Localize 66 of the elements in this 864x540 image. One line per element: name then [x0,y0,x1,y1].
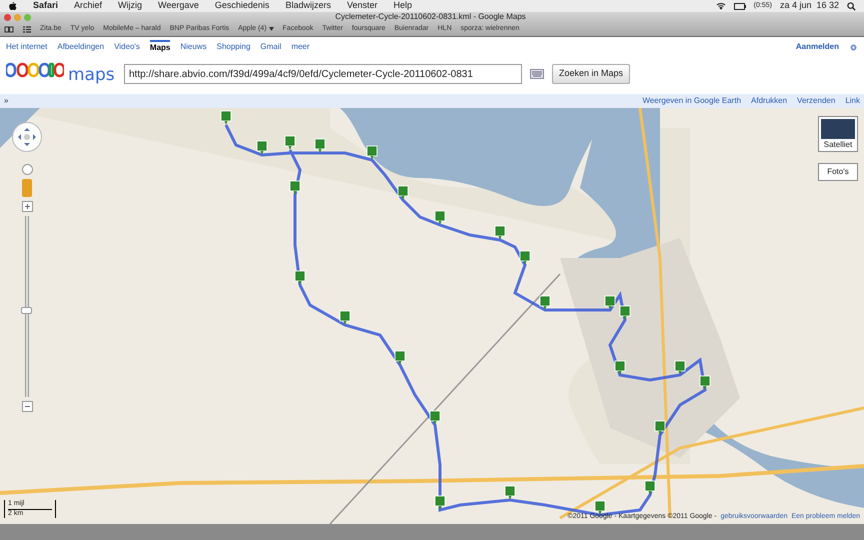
menu-item[interactable]: Archief [74,0,102,13]
route-marker-icon[interactable] [256,140,268,155]
toolbar-link[interactable]: Afdrukken [751,95,788,107]
settings-icon[interactable] [849,42,858,52]
route-marker-icon[interactable] [494,226,506,240]
search-field[interactable]: http://share.abvio.com/f39d/499a/4cf9/0efd/Cyclemeter-Cycle-20110602-0831 [124,64,522,84]
wifi-icon[interactable] [716,2,726,10]
route-marker-icon[interactable] [340,310,350,325]
sign-in-link[interactable]: Aanmelden [796,41,839,53]
route-marker-icon[interactable] [540,296,550,310]
google-maps-logo[interactable]: maps [6,60,116,88]
battery-icon[interactable] [734,2,746,10]
nav-link[interactable]: Het internet [6,41,48,53]
nav-link[interactable]: Video's [114,41,140,53]
photos-button[interactable]: Foto's [818,163,858,181]
grid-icon[interactable] [23,26,31,32]
nav-link[interactable]: meer [291,41,310,53]
menu-item[interactable]: Bladwijzers [285,0,331,13]
route-marker-icon[interactable] [394,350,406,365]
menu-item[interactable]: Venster [346,0,378,13]
route-marker-icon[interactable] [366,146,378,160]
route-marker-icon[interactable] [654,420,666,435]
book-icon[interactable] [4,26,14,32]
caret-icon [268,27,274,31]
nav-link[interactable]: Nieuws [180,41,207,53]
route-marker-icon[interactable] [434,210,446,225]
search-icon[interactable] [847,2,856,10]
nav-link[interactable]: Maps [150,40,170,54]
zoom-in-icon[interactable] [22,201,32,212]
route-marker-icon[interactable] [620,306,630,320]
satellite-button[interactable]: Satelliet [818,116,858,152]
zoom-out-icon[interactable] [22,401,32,412]
route-marker-icon[interactable] [504,486,516,500]
nav-link[interactable]: Gmail [260,41,282,53]
route-marker-icon[interactable] [614,360,626,375]
route-marker-icon[interactable] [604,296,616,310]
zoom-slider-thumb[interactable] [21,306,32,314]
nav-link[interactable]: Afbeeldingen [57,41,104,53]
toolbar-link[interactable]: Weergeven in Google Earth [642,95,742,107]
clock[interactable]: za 4 jun 16 32 [780,0,839,13]
close-icon[interactable] [4,14,11,20]
route-marker-icon[interactable] [284,136,296,150]
route-marker-icon[interactable] [700,376,710,390]
route-marker-icon[interactable] [434,496,446,510]
keyboard-icon[interactable] [530,69,544,79]
route-marker-icon[interactable] [314,138,326,153]
menu-item[interactable]: Help [393,0,412,13]
route-marker-icon[interactable] [430,410,440,425]
route-marker-icon[interactable] [220,110,232,125]
route-marker-icon[interactable] [398,186,408,200]
route-marker-icon[interactable] [520,250,530,265]
toolbar-link[interactable]: Link [845,95,860,107]
window-title: Cyclemeter-Cycle-20110602-0831.kml - Google Maps [335,12,526,22]
apple-logo-icon[interactable] [8,1,17,11]
menu-item[interactable]: Wijzig [118,0,142,13]
menu-item[interactable]: Weergave [158,0,199,13]
search-button[interactable]: Zoeken in Maps [552,64,630,84]
nav-link[interactable]: Shopping [216,41,250,53]
toolbar-link[interactable]: Verzenden [797,95,836,107]
route-marker-icon[interactable] [644,480,656,495]
collapse-button[interactable]: » [4,95,8,107]
route-marker-icon[interactable] [674,360,686,375]
route-marker-icon[interactable] [294,270,306,285]
route-marker-icon[interactable] [290,180,300,195]
menu-item[interactable]: Geschiedenis [214,0,270,13]
menu-item[interactable]: Safari [33,0,58,13]
